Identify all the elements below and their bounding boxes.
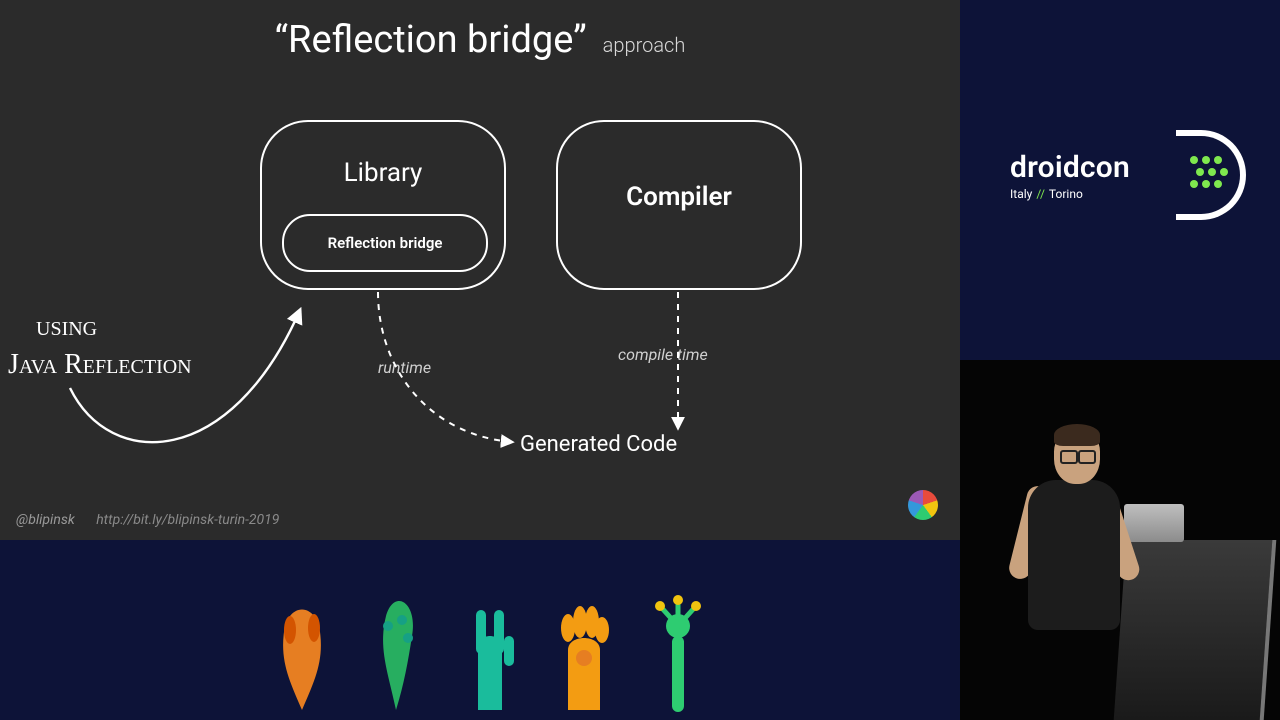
edge-label-compiletime: compile time (618, 345, 708, 364)
slide-title: “Reflection bridge” (275, 18, 587, 62)
edge-label-runtime: runtime (378, 358, 431, 377)
footer-handle: @blipinsk (16, 512, 75, 528)
droidcon-logo: droidcon Italy // Torino (1010, 150, 1230, 201)
logo-sub-right: Torino (1049, 187, 1083, 201)
box-compiler: Compiler (556, 120, 802, 290)
hand-note-line2: Java Reflection (8, 346, 192, 384)
slide-title-row: “Reflection bridge” approach (0, 18, 960, 62)
bottom-art-strip (0, 540, 960, 720)
slide-badge-icon (908, 490, 938, 520)
slide-footer: @blipinsk http://bit.ly/blipinsk-turin-2… (16, 512, 279, 528)
hand-icon-1 (270, 592, 334, 712)
hands-row (270, 592, 710, 712)
logo-sub-left: Italy (1010, 187, 1032, 201)
hand-icon-3 (458, 592, 522, 712)
logo-brand: droidcon (1010, 150, 1130, 185)
footer-link: http://bit.ly/blipinsk-turin-2019 (96, 512, 279, 528)
logo-dots-icon (1186, 152, 1234, 200)
box-library-label: Library (262, 158, 504, 188)
stage: “Reflection bridge” approach Library Ref… (0, 0, 1280, 720)
slide-subtitle: approach (603, 33, 686, 57)
box-reflection-bridge: Reflection bridge (282, 214, 488, 272)
box-library: Library Reflection bridge (260, 120, 506, 290)
hand-icon-2 (364, 592, 428, 712)
hand-icon-5 (646, 592, 710, 712)
sidebar-logo-panel: droidcon Italy // Torino (960, 0, 1280, 360)
hand-note-line1: using (8, 308, 192, 346)
laptop-icon (1124, 504, 1184, 542)
box-reflection-bridge-label: Reflection bridge (328, 234, 443, 252)
generated-code-label: Generated Code (520, 432, 677, 457)
box-compiler-label: Compiler (558, 182, 800, 212)
hand-icon-4 (552, 592, 616, 712)
presentation-slide: “Reflection bridge” approach Library Ref… (0, 0, 960, 540)
logo-sub-sep: // (1036, 187, 1045, 201)
speaker-silhouette (1010, 390, 1130, 630)
handwritten-note: using Java Reflection (8, 308, 192, 384)
speaker-camera (960, 360, 1280, 720)
